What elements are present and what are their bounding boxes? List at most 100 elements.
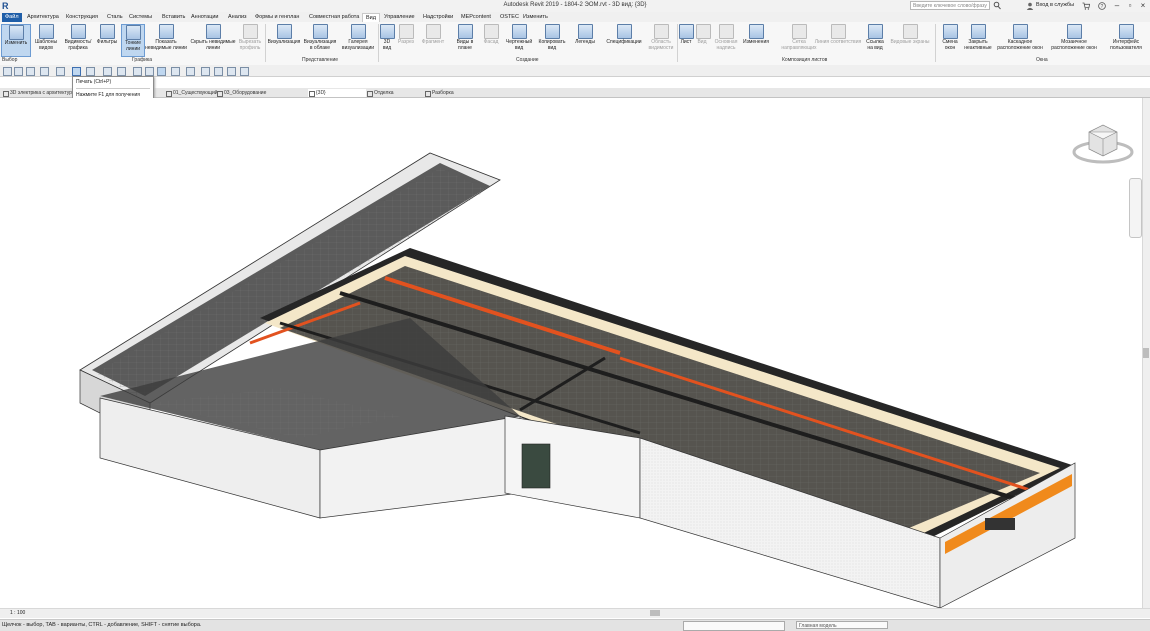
callout-button[interactable]: Фрагмент bbox=[418, 24, 448, 46]
navigation-bar[interactable] bbox=[1129, 178, 1142, 238]
drafting-view-label: Чертежный вид bbox=[505, 39, 533, 51]
show-hidden-lines-button[interactable]: Показать невидимые линии bbox=[144, 24, 188, 51]
text-icon[interactable] bbox=[103, 67, 112, 76]
maximize-button[interactable]: ▫ bbox=[1125, 1, 1135, 11]
close-button[interactable]: × bbox=[1138, 1, 1148, 11]
customize-icon[interactable] bbox=[186, 67, 195, 76]
tool-icon[interactable] bbox=[214, 67, 223, 76]
view-templates-button[interactable]: Шаблоны видов bbox=[31, 24, 61, 51]
sync-icon[interactable] bbox=[26, 67, 35, 76]
tile-windows-button[interactable]: Мозаичное расположение окон bbox=[1047, 24, 1101, 51]
guide-grid-button[interactable]: Сетка направляющих bbox=[780, 24, 818, 51]
sheet-label: Лист bbox=[680, 39, 692, 45]
tool-icon[interactable] bbox=[240, 67, 249, 76]
horizontal-scroll-thumb[interactable] bbox=[650, 610, 660, 616]
tab-modify[interactable]: Изменить bbox=[520, 13, 551, 22]
title-block-button[interactable]: Основная надпись bbox=[711, 24, 741, 51]
render-cloud-button[interactable]: Визуализация в облаке bbox=[302, 24, 338, 51]
search-icon[interactable] bbox=[993, 1, 1001, 10]
signin-link[interactable]: Вход в службы bbox=[1036, 2, 1074, 8]
vertical-scroll-thumb[interactable] bbox=[1143, 348, 1149, 358]
render-label: Визуализация bbox=[267, 39, 301, 45]
print-icon[interactable] bbox=[72, 67, 81, 76]
tool-icon[interactable] bbox=[201, 67, 210, 76]
tab-collaborate[interactable]: Совместная работа bbox=[306, 13, 362, 22]
view-tab[interactable]: 3D электрика с архитектурой bbox=[2, 89, 78, 97]
switch-windows-tool-icon[interactable] bbox=[171, 67, 180, 76]
measure-icon[interactable] bbox=[86, 67, 95, 76]
cart-icon[interactable] bbox=[1082, 2, 1091, 10]
view-tab[interactable]: Разборка bbox=[424, 89, 454, 97]
remove-hidden-lines-button[interactable]: Скрыть невидимые линии bbox=[190, 24, 236, 51]
panel-label-select[interactable]: Выбор bbox=[2, 57, 17, 63]
view-tab[interactable]: Отделка bbox=[366, 89, 394, 97]
visibility-graphics-button[interactable]: Видимость/ графика bbox=[62, 24, 94, 51]
view-tab[interactable]: 01_Существующий bbox=[165, 89, 218, 97]
user-icon[interactable] bbox=[1026, 2, 1034, 10]
3d-default-icon[interactable] bbox=[117, 67, 126, 76]
view-reference-button[interactable]: Ссылка на вид bbox=[863, 24, 887, 51]
legends-button[interactable]: Легенды bbox=[570, 24, 600, 46]
legends-icon bbox=[577, 24, 593, 39]
tab-massing[interactable]: Формы и генплан bbox=[252, 13, 302, 22]
tool-icon[interactable] bbox=[227, 67, 236, 76]
elevation-button[interactable]: Фасад bbox=[480, 24, 502, 46]
tab-mepcontent[interactable]: MEPcontent bbox=[458, 13, 494, 22]
close-hidden-icon[interactable] bbox=[157, 67, 166, 76]
scope-box-button[interactable]: Область видимости bbox=[647, 24, 675, 51]
save-icon[interactable] bbox=[14, 67, 23, 76]
render-cloud-label: Визуализация в облаке bbox=[303, 39, 337, 51]
3d-view-button[interactable]: 3D вид bbox=[379, 24, 395, 51]
revisions-button[interactable]: Изменения bbox=[741, 24, 771, 46]
view-scale[interactable]: 1 : 100 bbox=[10, 610, 25, 616]
render-gallery-button[interactable]: Галерея визуализации bbox=[339, 24, 377, 51]
tab-ostec[interactable]: OSTEC bbox=[497, 13, 522, 22]
thin-lines-button[interactable]: Тонкие линии bbox=[121, 24, 145, 57]
undo-icon[interactable] bbox=[40, 67, 49, 76]
tab-systems[interactable]: Системы bbox=[126, 13, 155, 22]
modify-button[interactable]: Изменить bbox=[1, 24, 31, 57]
duplicate-view-label: Копировать вид bbox=[538, 39, 566, 51]
duplicate-view-button[interactable]: Копировать вид bbox=[536, 24, 568, 51]
open-icon[interactable] bbox=[3, 67, 12, 76]
section-button[interactable]: Разрез bbox=[396, 24, 416, 46]
search-input[interactable]: Введите ключевое слово/фразу bbox=[910, 1, 990, 10]
schedules-label: Спецификации bbox=[606, 39, 642, 45]
building-model-render[interactable] bbox=[0, 98, 1142, 608]
help-icon[interactable]: ? bbox=[1098, 2, 1106, 10]
viewports-button[interactable]: Видовые экраны bbox=[889, 24, 931, 46]
close-inactive-button[interactable]: Закрыть неактивные bbox=[963, 24, 993, 51]
tab-insert[interactable]: Вставить bbox=[159, 13, 188, 22]
cut-profile-button[interactable]: Вырезать профиль bbox=[237, 24, 263, 51]
viewcube[interactable] bbox=[1071, 122, 1135, 166]
tab-annotate[interactable]: Аннотации bbox=[188, 13, 222, 22]
view-tab-active[interactable]: {3D} bbox=[308, 89, 366, 97]
render-button[interactable]: Визуализация bbox=[266, 24, 302, 46]
tab-file[interactable]: Файл bbox=[2, 13, 22, 22]
section-tool-icon[interactable] bbox=[133, 67, 142, 76]
sheet-button[interactable]: Лист bbox=[678, 24, 694, 46]
tab-steel[interactable]: Сталь bbox=[104, 13, 126, 22]
switch-windows-button[interactable]: Смена окон bbox=[938, 24, 962, 51]
cascade-windows-button[interactable]: Каскадное расположение окон bbox=[994, 24, 1046, 51]
tab-structure[interactable]: Конструкция bbox=[63, 13, 101, 22]
tab-addins[interactable]: Надстройки bbox=[420, 13, 456, 22]
place-view-button[interactable]: Вид bbox=[696, 24, 711, 46]
view-tab[interactable]: 03_Оборудование bbox=[216, 89, 266, 97]
plan-views-button[interactable]: Виды в плане bbox=[452, 24, 478, 51]
tab-architecture[interactable]: Архитектура bbox=[24, 13, 62, 22]
schedules-button[interactable]: Спецификации bbox=[602, 24, 646, 46]
plan-views-icon bbox=[457, 24, 473, 39]
drafting-view-button[interactable]: Чертежный вид bbox=[503, 24, 535, 51]
matchline-button[interactable]: Линия соответствия bbox=[814, 24, 862, 46]
horizontal-scrollbar[interactable] bbox=[0, 608, 1150, 618]
design-option-selector[interactable]: Главная модель bbox=[796, 621, 888, 629]
minimize-button[interactable]: – bbox=[1112, 1, 1122, 11]
redo-icon[interactable] bbox=[56, 67, 65, 76]
filters-button[interactable]: Фильтры bbox=[95, 24, 119, 46]
user-interface-button[interactable]: Интерфейс пользователя bbox=[1104, 24, 1148, 51]
3d-viewport[interactable] bbox=[0, 98, 1142, 608]
tab-analyze[interactable]: Анализ bbox=[225, 13, 250, 22]
tab-manage[interactable]: Управление bbox=[381, 13, 418, 22]
thin-lines-tool-icon[interactable] bbox=[145, 67, 154, 76]
